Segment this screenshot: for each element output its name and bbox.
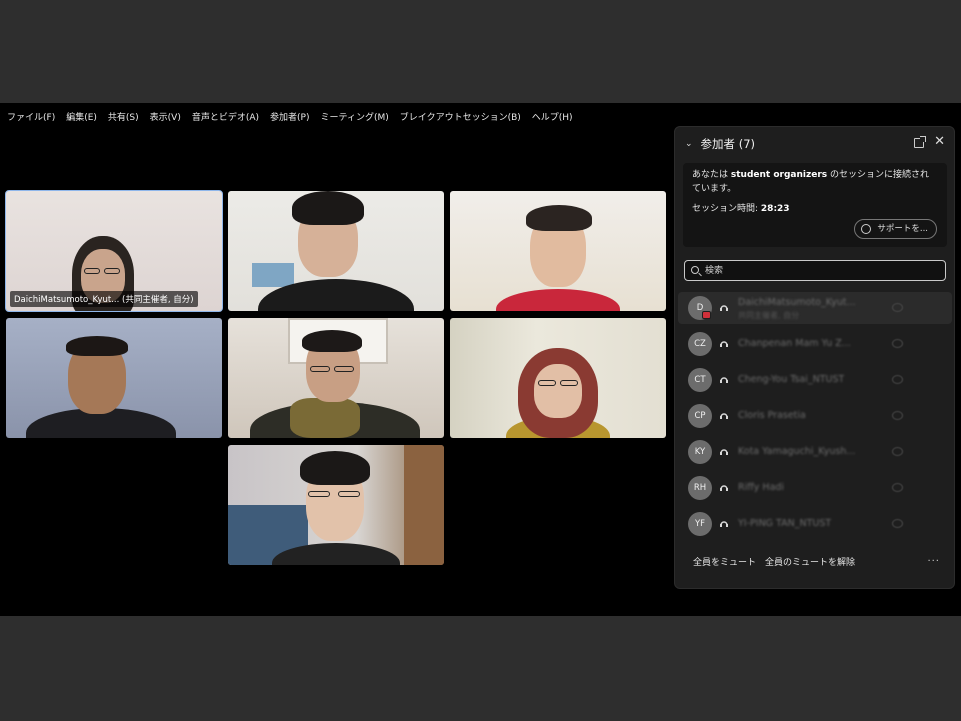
- participant-name: Chanpenan Mam Yu Z...: [738, 338, 851, 349]
- video-tile[interactable]: [450, 318, 666, 438]
- participant-row[interactable]: CZ Chanpenan Mam Yu Z...: [678, 328, 952, 360]
- video-status-icon[interactable]: [892, 339, 903, 348]
- audio-connected-icon: [720, 413, 728, 419]
- participant-row[interactable]: RH Riffy Hadi: [678, 472, 952, 504]
- menu-audio-video[interactable]: 音声とビデオ(A): [192, 110, 259, 123]
- menu-participants[interactable]: 参加者(P): [270, 110, 309, 123]
- collapse-chevron-icon[interactable]: ⌄: [685, 139, 693, 149]
- video-status-icon[interactable]: [892, 303, 903, 312]
- video-status-icon[interactable]: [892, 411, 903, 420]
- menu-share[interactable]: 共有(S): [108, 110, 139, 123]
- participant-name: DaichiMatsumoto_Kyut...: [738, 297, 856, 308]
- video-status-icon[interactable]: [892, 447, 903, 456]
- avatar: CP: [688, 404, 712, 428]
- session-time: セッション時間: 28:23: [692, 201, 790, 214]
- avatar: CZ: [688, 332, 712, 356]
- search-box[interactable]: [684, 260, 946, 281]
- audio-connected-icon: [720, 485, 728, 491]
- avatar: RH: [688, 476, 712, 500]
- avatar: YF: [688, 512, 712, 536]
- audio-connected-icon: [720, 305, 728, 311]
- menu-view[interactable]: 表示(V): [150, 110, 181, 123]
- session-time-value: 28:23: [760, 204, 790, 214]
- video-tile[interactable]: [228, 318, 444, 438]
- more-options-icon[interactable]: ...: [927, 553, 940, 564]
- session-info: あなたは student organizers のセッションに接続されています。…: [683, 163, 947, 247]
- panel-title: 参加者 (7): [700, 137, 755, 151]
- video-status-icon[interactable]: [892, 375, 903, 384]
- menu-breakout[interactable]: ブレイクアウトセッション(B): [400, 110, 521, 123]
- menu-meeting[interactable]: ミーティング(M): [321, 110, 389, 123]
- meeting-window: ファイル(F) 編集(E) 共有(S) 表示(V) 音声とビデオ(A) 参加者(…: [0, 103, 961, 616]
- menu-file[interactable]: ファイル(F): [7, 110, 55, 123]
- participant-row[interactable]: YF YI-PING TAN_NTUST: [678, 508, 952, 540]
- participant-name: Cloris Prasetia: [738, 410, 806, 421]
- session-name: student organizers: [730, 170, 828, 180]
- video-tile[interactable]: [228, 445, 444, 565]
- close-icon[interactable]: ✕: [934, 135, 945, 149]
- menu-edit[interactable]: 編集(E): [66, 110, 97, 123]
- participant-row[interactable]: CP Cloris Prasetia: [678, 400, 952, 432]
- video-tile[interactable]: DaichiMatsumoto_Kyut... (共同主催者, 自分): [5, 190, 223, 312]
- video-tile[interactable]: [6, 318, 222, 438]
- panel-footer: 全員をミュート 全員のミュートを解除 ...: [675, 549, 954, 575]
- participant-row[interactable]: D DaichiMatsumoto_Kyut... 共同主催者, 自分: [678, 292, 952, 324]
- session-time-label: セッション時間:: [692, 204, 759, 214]
- popout-icon[interactable]: [914, 136, 926, 148]
- unmute-all-button[interactable]: 全員のミュートを解除: [765, 555, 855, 568]
- host-badge-icon: [702, 311, 711, 319]
- participant-row[interactable]: CT Cheng-You Tsai_NTUST: [678, 364, 952, 396]
- menu-help[interactable]: ヘルプ(H): [532, 110, 573, 123]
- audio-connected-icon: [720, 377, 728, 383]
- session-prefix: あなたは: [692, 170, 729, 180]
- avatar: CT: [688, 368, 712, 392]
- panel-header: ⌄ 参加者 (7) ✕: [675, 127, 954, 161]
- video-tile[interactable]: [228, 191, 444, 311]
- video-status-icon[interactable]: [892, 519, 903, 528]
- participants-panel: ⌄ 参加者 (7) ✕ あなたは student organizers のセッシ…: [674, 126, 955, 589]
- audio-connected-icon: [720, 341, 728, 347]
- search-input[interactable]: [705, 263, 935, 278]
- support-icon: [861, 224, 872, 234]
- avatar: KY: [688, 440, 712, 464]
- audio-connected-icon: [720, 521, 728, 527]
- audio-connected-icon: [720, 449, 728, 455]
- participant-name: Cheng-You Tsai_NTUST: [738, 374, 845, 385]
- video-tile[interactable]: [450, 191, 666, 311]
- participant-name-label: DaichiMatsumoto_Kyut... (共同主催者, 自分): [10, 291, 198, 307]
- participant-name: Kota Yamaguchi_Kyush...: [738, 446, 856, 457]
- mute-all-button[interactable]: 全員をミュート: [693, 555, 756, 568]
- menu-bar: ファイル(F) 編集(E) 共有(S) 表示(V) 音声とビデオ(A) 参加者(…: [0, 103, 584, 129]
- video-status-icon[interactable]: [892, 483, 903, 492]
- session-message: あなたは student organizers のセッションに接続されています。: [692, 168, 937, 196]
- participant-name: YI-PING TAN_NTUST: [738, 518, 832, 529]
- support-label: サポートを...: [877, 224, 928, 234]
- participant-row[interactable]: KY Kota Yamaguchi_Kyush...: [678, 436, 952, 468]
- support-button[interactable]: サポートを...: [854, 219, 937, 239]
- participant-name: Riffy Hadi: [738, 482, 785, 493]
- participant-role: 共同主催者, 自分: [738, 311, 800, 320]
- search-icon: [691, 266, 699, 274]
